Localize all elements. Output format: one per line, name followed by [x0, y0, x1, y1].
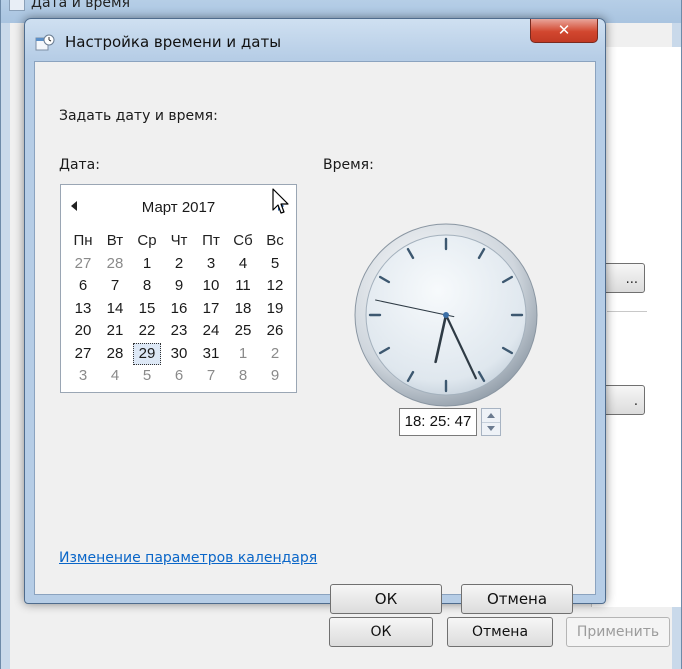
- weekday-header: Пн: [73, 232, 93, 249]
- ok-button[interactable]: ОК: [330, 584, 442, 614]
- dialog-title: Настройка времени и даты: [65, 33, 282, 51]
- calendar-day[interactable]: 14: [99, 298, 131, 321]
- calendar-day[interactable]: 3: [195, 253, 227, 276]
- window-icon: [9, 0, 25, 11]
- parent-ok-button[interactable]: ОК: [329, 617, 433, 647]
- cancel-button[interactable]: Отмена: [461, 584, 573, 614]
- calendar-day[interactable]: 16: [163, 298, 195, 321]
- divider: [607, 311, 647, 312]
- weekday-header: Пт: [202, 232, 220, 249]
- weekday-header: Вт: [106, 232, 124, 249]
- triangle-down-icon: [487, 426, 495, 431]
- mouse-pointer-icon: [272, 188, 289, 214]
- calendar-week-row: 20 21 22 23 24 25 26: [67, 320, 291, 343]
- weekday-header: Вс: [266, 232, 284, 249]
- change-calendar-settings-link[interactable]: Изменение параметров календаря: [59, 550, 317, 566]
- calendar-day[interactable]: 28: [99, 253, 131, 276]
- calendar-day[interactable]: 7: [195, 365, 227, 388]
- calendar-day[interactable]: 23: [163, 320, 195, 343]
- calendar-week-row: 27 28 1 2 3 4 5: [67, 253, 291, 276]
- weekday-header-row: Пн Вт Ср Чт Пт Сб Вс: [67, 230, 291, 253]
- triangle-up-icon: [487, 413, 495, 418]
- time-input[interactable]: 18: 25: 47: [399, 408, 477, 436]
- calendar-day[interactable]: 8: [131, 275, 163, 298]
- calendar-day[interactable]: 3: [67, 365, 99, 388]
- month-calendar: Март 2017 Пн Вт Ср Чт Пт Сб Вс 27 28 1 2 3 4 5 6 7 8 9 10 1…: [60, 184, 297, 393]
- calendar-day[interactable]: 24: [195, 320, 227, 343]
- weekday-header: Ср: [137, 232, 157, 249]
- parent-window-title: Дата и время: [31, 0, 130, 11]
- calendar-week-row: 3456789: [67, 365, 291, 388]
- calendar-day[interactable]: 4: [227, 253, 259, 276]
- set-date-time-label: Задать дату и время:: [59, 108, 218, 124]
- calendar-day[interactable]: 17: [195, 298, 227, 321]
- calendar-day[interactable]: 7: [99, 275, 131, 298]
- calendar-day[interactable]: 8: [227, 365, 259, 388]
- calendar-day[interactable]: 18: [227, 298, 259, 321]
- clock-center: [443, 312, 449, 318]
- close-icon: ✕: [557, 21, 571, 39]
- calendar-day[interactable]: 11: [227, 275, 259, 298]
- calendar-day[interactable]: 5: [259, 253, 291, 276]
- weekday-header: Сб: [233, 232, 253, 249]
- close-button[interactable]: ✕: [530, 19, 598, 43]
- time-spinner: [481, 408, 501, 436]
- dialog-client-area: Задать дату и время: Дата: Время: Март 2…: [34, 61, 596, 614]
- calendar-day[interactable]: 10: [195, 275, 227, 298]
- calendar-day[interactable]: 22: [131, 320, 163, 343]
- calendar-day[interactable]: 13: [67, 298, 99, 321]
- calendar-day[interactable]: 27: [67, 253, 99, 276]
- calendar-day[interactable]: 19: [259, 298, 291, 321]
- calendar-week-row: 27 28 29 30 31 1 2: [67, 342, 291, 366]
- calendar-day[interactable]: 6: [163, 365, 195, 388]
- calendar-week-row: 6 7 8 9 10 11 12: [67, 275, 291, 298]
- clock-calendar-icon: [35, 34, 55, 51]
- calendar-day[interactable]: 1: [227, 343, 259, 366]
- spin-up-button[interactable]: [482, 409, 500, 422]
- calendar-day[interactable]: 9: [163, 275, 195, 298]
- date-time-settings-dialog: Настройка времени и даты ✕ Задать дату и…: [24, 18, 606, 614]
- calendar-grid: Пн Вт Ср Чт Пт Сб Вс 27 28 1 2 3 4 5 6 7 8 9 10 11 12 13 14 15 1…: [67, 230, 291, 388]
- calendar-day[interactable]: 15: [131, 298, 163, 321]
- calendar-day-selected[interactable]: 29: [133, 342, 161, 365]
- parent-apply-button[interactable]: Применить: [566, 617, 670, 647]
- parent-cancel-button[interactable]: Отмена: [447, 617, 553, 647]
- calendar-day[interactable]: 30: [163, 343, 195, 366]
- weekday-header: Чт: [170, 232, 188, 249]
- calendar-day[interactable]: 28: [99, 343, 131, 366]
- calendar-day[interactable]: 20: [67, 320, 99, 343]
- calendar-day[interactable]: 26: [259, 320, 291, 343]
- calendar-day[interactable]: 1: [131, 253, 163, 276]
- calendar-day[interactable]: 6: [67, 275, 99, 298]
- calendar-day[interactable]: 25: [227, 320, 259, 343]
- calendar-day[interactable]: 5: [131, 365, 163, 388]
- calendar-day[interactable]: 27: [67, 343, 99, 366]
- calendar-day[interactable]: 9: [259, 365, 291, 388]
- calendar-day[interactable]: 4: [99, 365, 131, 388]
- spin-down-button[interactable]: [482, 422, 500, 435]
- calendar-day[interactable]: 21: [99, 320, 131, 343]
- calendar-month-title[interactable]: Март 2017: [61, 199, 296, 216]
- calendar-week-row: 13 14 15 16 17 18 19: [67, 298, 291, 321]
- calendar-day[interactable]: 12: [259, 275, 291, 298]
- calendar-day[interactable]: 2: [163, 253, 195, 276]
- date-label: Дата:: [59, 157, 100, 173]
- analog-clock: [354, 223, 538, 407]
- calendar-day[interactable]: 31: [195, 343, 227, 366]
- time-label: Время:: [323, 157, 374, 173]
- calendar-day[interactable]: 2: [259, 343, 291, 366]
